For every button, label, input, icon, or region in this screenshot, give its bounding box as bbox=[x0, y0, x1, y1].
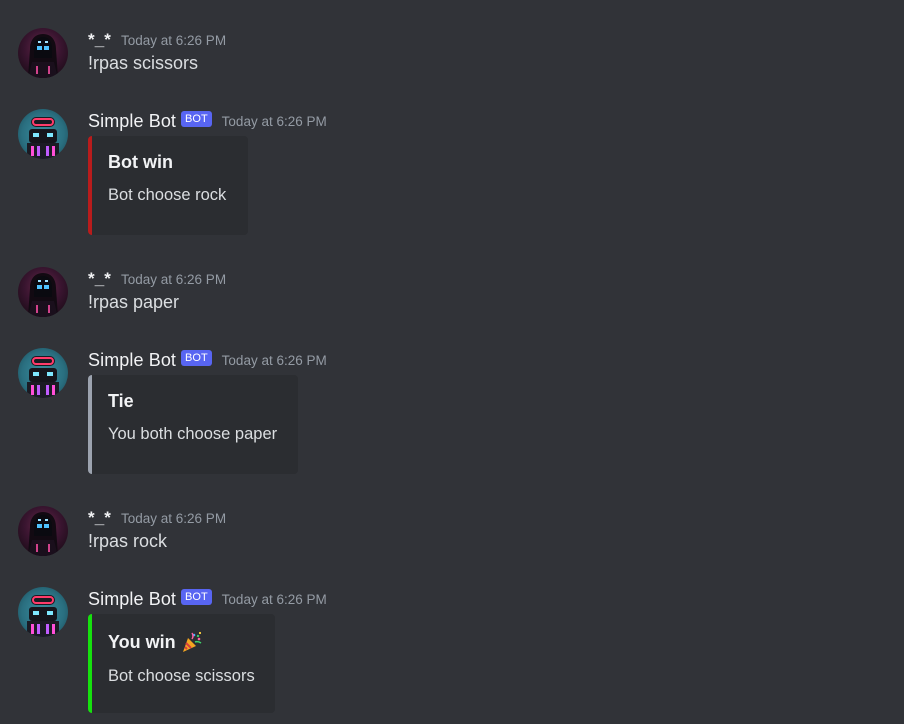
message-header: *_* Today at 6:26 PM bbox=[88, 506, 226, 530]
author-name[interactable]: Simple Bot bbox=[88, 589, 176, 610]
author-name[interactable]: *_* bbox=[88, 269, 111, 289]
bot-tag: BOT bbox=[181, 111, 212, 127]
bot-avatar[interactable] bbox=[18, 587, 68, 637]
author-name[interactable]: *_* bbox=[88, 508, 111, 528]
user-avatar[interactable] bbox=[18, 267, 68, 317]
user-avatar[interactable] bbox=[18, 28, 68, 78]
robot-avatar-icon bbox=[18, 348, 68, 398]
bot-tag: BOT bbox=[181, 350, 212, 366]
message-header: *_* Today at 6:26 PM bbox=[88, 267, 226, 291]
hooded-figure-avatar-icon bbox=[18, 506, 68, 556]
message-content: !rpas rock bbox=[88, 531, 168, 551]
embed-description: Bot choose scissors bbox=[108, 667, 255, 685]
embed: You win Bot choose scissors bbox=[88, 614, 275, 713]
embed: Tie You both choose paper bbox=[88, 375, 298, 474]
embed-description: Bot choose rock bbox=[108, 186, 227, 204]
bot-avatar[interactable] bbox=[18, 348, 68, 398]
message-timestamp[interactable]: Today at 6:26 PM bbox=[121, 511, 226, 526]
hooded-figure-avatar-icon bbox=[18, 28, 68, 78]
party-popper-icon bbox=[180, 630, 204, 654]
message-content: !rpas paper bbox=[88, 292, 180, 312]
user-avatar[interactable] bbox=[18, 506, 68, 556]
message-header: *_* Today at 6:26 PM bbox=[88, 28, 226, 52]
message-timestamp[interactable]: Today at 6:26 PM bbox=[121, 272, 226, 287]
message-header: Simple Bot BOT Today at 6:26 PM bbox=[88, 109, 327, 133]
embed-title: You win bbox=[108, 631, 176, 652]
message-header: Simple Bot BOT Today at 6:26 PM bbox=[88, 587, 327, 611]
embed-description: You both choose paper bbox=[108, 425, 278, 443]
message-header: Simple Bot BOT Today at 6:26 PM bbox=[88, 348, 327, 372]
message-timestamp[interactable]: Today at 6:26 PM bbox=[222, 592, 327, 607]
message-timestamp[interactable]: Today at 6:26 PM bbox=[222, 353, 327, 368]
hooded-figure-avatar-icon bbox=[18, 267, 68, 317]
message-timestamp[interactable]: Today at 6:26 PM bbox=[121, 33, 226, 48]
chat-messages: *_* Today at 6:26 PM !rpas scissors Simp… bbox=[0, 0, 904, 724]
embed-title: Bot win bbox=[108, 152, 173, 172]
embed-title-row: You win bbox=[108, 630, 255, 654]
author-name[interactable]: Simple Bot bbox=[88, 111, 176, 132]
bot-avatar[interactable] bbox=[18, 109, 68, 159]
author-name[interactable]: Simple Bot bbox=[88, 350, 176, 371]
message-timestamp[interactable]: Today at 6:26 PM bbox=[222, 114, 327, 129]
embed-title: Tie bbox=[108, 391, 134, 411]
robot-avatar-icon bbox=[18, 109, 68, 159]
author-name[interactable]: *_* bbox=[88, 30, 111, 50]
robot-avatar-icon bbox=[18, 587, 68, 637]
bot-tag: BOT bbox=[181, 589, 212, 605]
embed: Bot win Bot choose rock bbox=[88, 136, 248, 235]
message-content: !rpas scissors bbox=[88, 53, 199, 73]
